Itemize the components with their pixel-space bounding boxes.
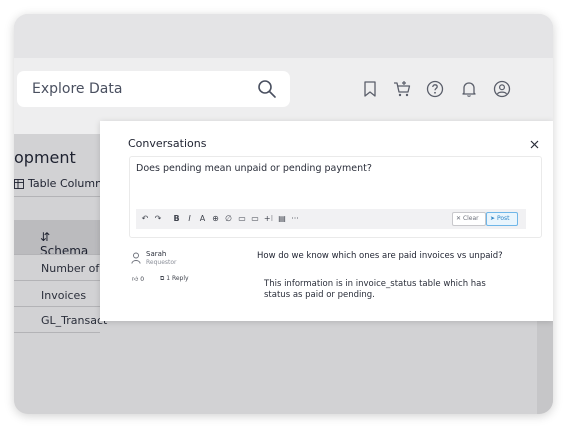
- comment-question: How do we know which ones are paid invoi…: [257, 251, 503, 261]
- like-count: 0: [140, 276, 145, 283]
- bookmark-icon[interactable]: [361, 80, 379, 98]
- more-icon[interactable]: ···: [290, 213, 300, 225]
- search-box[interactable]: Explore Data: [17, 71, 290, 107]
- divider: [14, 254, 100, 255]
- modal-title: Conversations: [128, 137, 207, 150]
- table-icon[interactable]: ▤: [277, 213, 287, 225]
- close-icon[interactable]: [530, 140, 539, 149]
- like-button[interactable]: 👍︎ 0: [132, 275, 144, 283]
- editor-text[interactable]: Does pending mean unpaid or pending paym…: [136, 163, 372, 174]
- reply-icon: ⧉: [160, 275, 165, 282]
- avatar-icon: [131, 252, 141, 264]
- search-icon[interactable]: [257, 79, 277, 99]
- reply-count: 1 Reply: [166, 275, 189, 282]
- user-icon[interactable]: [493, 80, 511, 98]
- insert-row-icon[interactable]: +⁝: [263, 213, 274, 225]
- comment-author-role: Requestor: [146, 259, 177, 266]
- reply-button[interactable]: ⧉ 1 Reply: [160, 275, 189, 283]
- comment-editor[interactable]: Does pending mean unpaid or pending paym…: [129, 156, 542, 238]
- table-columns-label: Table Columns: [28, 177, 108, 190]
- highlight-icon[interactable]: ⊕: [211, 213, 220, 225]
- table-columns-tab[interactable]: Table Columns: [14, 177, 108, 190]
- table-row[interactable]: Invoices: [41, 289, 86, 302]
- divider: [14, 306, 100, 307]
- cart-icon[interactable]: [393, 80, 411, 98]
- app-window: Explore Data opment Table Columns ⇵ Sche…: [14, 14, 553, 414]
- help-icon[interactable]: [426, 80, 444, 98]
- divider: [14, 332, 100, 333]
- schema-column-header[interactable]: ⇵ Schema: [14, 220, 100, 258]
- clear-button[interactable]: ✕ Clear: [452, 212, 486, 226]
- bell-icon[interactable]: [460, 80, 478, 98]
- video-icon[interactable]: ▭: [250, 213, 260, 225]
- divider: [14, 280, 100, 281]
- search-input[interactable]: Explore Data: [32, 81, 122, 97]
- undo-icon[interactable]: ↶: [140, 213, 150, 225]
- bold-button[interactable]: B: [172, 213, 181, 225]
- font-color-icon[interactable]: A: [198, 213, 207, 225]
- link-icon[interactable]: ∅: [224, 213, 233, 225]
- image-icon[interactable]: ▭: [237, 213, 247, 225]
- redo-icon[interactable]: ↷: [153, 213, 163, 225]
- conversations-modal: Conversations Does pending mean unpaid o…: [100, 121, 553, 321]
- comment-answer: This information is in invoice_status ta…: [264, 279, 486, 300]
- table-row[interactable]: GL_Transact: [41, 314, 107, 327]
- divider: [14, 196, 100, 197]
- comment-author: Sarah: [146, 250, 167, 258]
- thumbs-up-icon: 👍︎: [132, 276, 139, 283]
- italic-button[interactable]: I: [185, 213, 194, 225]
- page-title: opment: [14, 148, 76, 167]
- post-button[interactable]: ➤ Post: [486, 212, 518, 226]
- top-strip: [14, 14, 553, 58]
- table-icon: [14, 179, 24, 189]
- editor-toolbar: ↶ ↷ B I A ⊕ ∅ ▭ ▭ +⁝ ▤ ··· ✕ Clear ➤ Pos…: [136, 209, 526, 229]
